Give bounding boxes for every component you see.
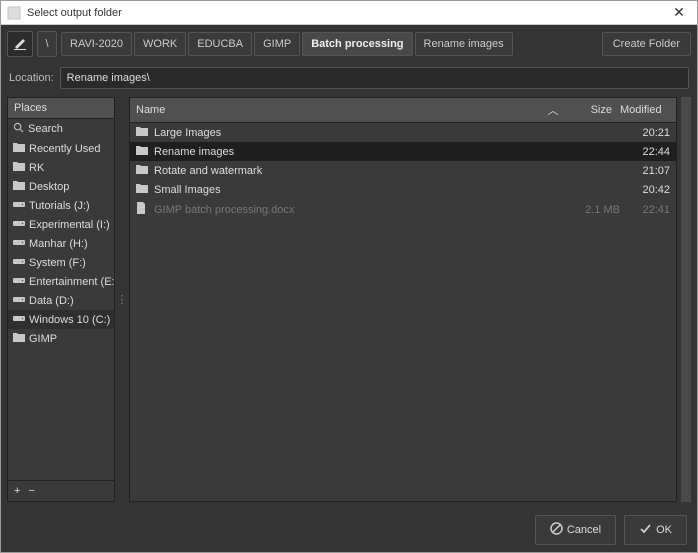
ok-button[interactable]: OK bbox=[624, 515, 687, 545]
dialog-content: \ RAVI-2020WORKEDUCBAGIMPBatch processin… bbox=[1, 25, 697, 552]
breadcrumb-segment[interactable]: EDUCBA bbox=[188, 32, 252, 56]
places-item-label: Recently Used bbox=[29, 143, 101, 155]
places-item[interactable]: Experimental (I:) bbox=[8, 215, 114, 234]
breadcrumb: RAVI-2020WORKEDUCBAGIMPBatch processingR… bbox=[61, 32, 513, 56]
folder-icon bbox=[136, 126, 148, 139]
cancel-icon bbox=[550, 522, 563, 538]
ok-label: OK bbox=[656, 524, 672, 536]
places-item-label: Desktop bbox=[29, 181, 69, 193]
location-input[interactable] bbox=[60, 67, 689, 89]
places-item-label: Search bbox=[28, 123, 63, 135]
pane-drag-handle[interactable]: ⋮ bbox=[119, 97, 125, 502]
drive-icon bbox=[13, 313, 25, 326]
file-name: Large Images bbox=[154, 127, 570, 139]
folder-icon bbox=[13, 332, 25, 345]
places-item-label: Data (D:) bbox=[29, 295, 74, 307]
file-modified: 22:41 bbox=[620, 204, 670, 216]
drive-icon bbox=[13, 218, 25, 231]
places-item[interactable]: Manhar (H:) bbox=[8, 234, 114, 253]
places-item-label: Entertainment (E:) bbox=[29, 276, 114, 288]
col-modified-header[interactable]: Modified bbox=[612, 104, 670, 116]
dialog-buttons: Cancel OK bbox=[1, 508, 697, 552]
places-panel: Places Search Recently Used RK Desktop Tutor… bbox=[7, 97, 115, 502]
create-folder-button[interactable]: Create Folder bbox=[602, 32, 691, 56]
places-item-label: RK bbox=[29, 162, 44, 174]
places-item[interactable]: Search bbox=[8, 119, 114, 139]
folder-icon bbox=[13, 161, 25, 174]
breadcrumb-segment[interactable]: WORK bbox=[134, 32, 186, 56]
drive-icon bbox=[13, 275, 25, 288]
file-row[interactable]: Rename images 22:44 bbox=[130, 142, 676, 161]
file-row[interactable]: Rotate and watermark 21:07 bbox=[130, 161, 676, 180]
places-list: Search Recently Used RK Desktop Tutorials (J… bbox=[8, 119, 114, 480]
file-name: Rename images bbox=[154, 146, 570, 158]
file-modified: 21:07 bbox=[620, 165, 670, 177]
split-pane: Places Search Recently Used RK Desktop Tutor… bbox=[1, 97, 697, 508]
places-item-label: Manhar (H:) bbox=[29, 238, 88, 250]
sort-indicator-icon[interactable]: ︿ bbox=[544, 102, 562, 118]
cancel-button[interactable]: Cancel bbox=[535, 515, 616, 545]
places-remove-button[interactable]: − bbox=[28, 485, 34, 497]
location-label: Location: bbox=[9, 72, 54, 84]
file-name: Small Images bbox=[154, 184, 570, 196]
places-item[interactable]: Entertainment (E:) bbox=[8, 272, 114, 291]
drive-icon bbox=[13, 237, 25, 250]
location-row: Location: bbox=[1, 63, 697, 97]
places-item[interactable]: Tutorials (J:) bbox=[8, 196, 114, 215]
places-header: Places bbox=[8, 98, 114, 119]
folder-icon bbox=[136, 164, 148, 177]
breadcrumb-root[interactable]: \ bbox=[37, 31, 57, 57]
app-icon bbox=[7, 6, 21, 20]
file-modified: 22:44 bbox=[620, 146, 670, 158]
files-panel: Name ︿ Size Modified Large Images 20:21 Re… bbox=[129, 97, 677, 502]
places-item[interactable]: GIMP bbox=[8, 329, 114, 348]
col-size-header[interactable]: Size bbox=[562, 104, 612, 116]
places-item-label: Experimental (I:) bbox=[29, 219, 110, 231]
files-list: Large Images 20:21 Rename images 22:44 Rotat… bbox=[130, 123, 676, 501]
close-icon[interactable]: ✕ bbox=[667, 4, 691, 21]
toolbar: \ RAVI-2020WORKEDUCBAGIMPBatch processin… bbox=[1, 25, 697, 63]
places-item[interactable]: RK bbox=[8, 158, 114, 177]
breadcrumb-segment[interactable]: Rename images bbox=[415, 32, 513, 56]
places-add-button[interactable]: + bbox=[14, 485, 20, 497]
document-icon bbox=[136, 202, 146, 217]
cancel-label: Cancel bbox=[567, 524, 601, 536]
places-item[interactable]: Desktop bbox=[8, 177, 114, 196]
file-name: Rotate and watermark bbox=[154, 165, 570, 177]
drive-icon bbox=[13, 256, 25, 269]
breadcrumb-segment[interactable]: RAVI-2020 bbox=[61, 32, 132, 56]
file-row[interactable]: Large Images 20:21 bbox=[130, 123, 676, 142]
file-name: GIMP batch processing.docx bbox=[154, 204, 570, 216]
files-scrollbar[interactable] bbox=[681, 97, 691, 502]
folder-icon bbox=[136, 145, 148, 158]
search-icon bbox=[13, 122, 24, 136]
drive-icon bbox=[13, 199, 25, 212]
places-item[interactable]: Windows 10 (C:) bbox=[8, 310, 114, 329]
places-item[interactable]: System (F:) bbox=[8, 253, 114, 272]
drive-icon bbox=[13, 294, 25, 307]
col-name-header[interactable]: Name bbox=[136, 104, 544, 116]
files-header: Name ︿ Size Modified bbox=[130, 98, 676, 123]
window-title: Select output folder bbox=[27, 7, 667, 19]
places-item[interactable]: Data (D:) bbox=[8, 291, 114, 310]
places-item-label: System (F:) bbox=[29, 257, 86, 269]
file-size: 2.1 MB bbox=[570, 204, 620, 216]
write-path-toggle[interactable] bbox=[7, 31, 33, 57]
file-row[interactable]: Small Images 20:42 bbox=[130, 180, 676, 199]
breadcrumb-segment[interactable]: GIMP bbox=[254, 32, 300, 56]
file-row: GIMP batch processing.docx2.1 MB22:41 bbox=[130, 199, 676, 220]
places-footer: + − bbox=[8, 480, 114, 501]
ok-icon bbox=[639, 522, 652, 538]
places-item-label: GIMP bbox=[29, 333, 57, 345]
titlebar: Select output folder ✕ bbox=[1, 1, 697, 25]
folder-icon bbox=[136, 183, 148, 196]
places-item-label: Tutorials (J:) bbox=[29, 200, 90, 212]
folder-icon bbox=[13, 180, 25, 193]
folder-icon bbox=[13, 142, 25, 155]
breadcrumb-segment[interactable]: Batch processing bbox=[302, 32, 412, 56]
file-modified: 20:42 bbox=[620, 184, 670, 196]
places-item-label: Windows 10 (C:) bbox=[29, 314, 110, 326]
places-item[interactable]: Recently Used bbox=[8, 139, 114, 158]
file-modified: 20:21 bbox=[620, 127, 670, 139]
